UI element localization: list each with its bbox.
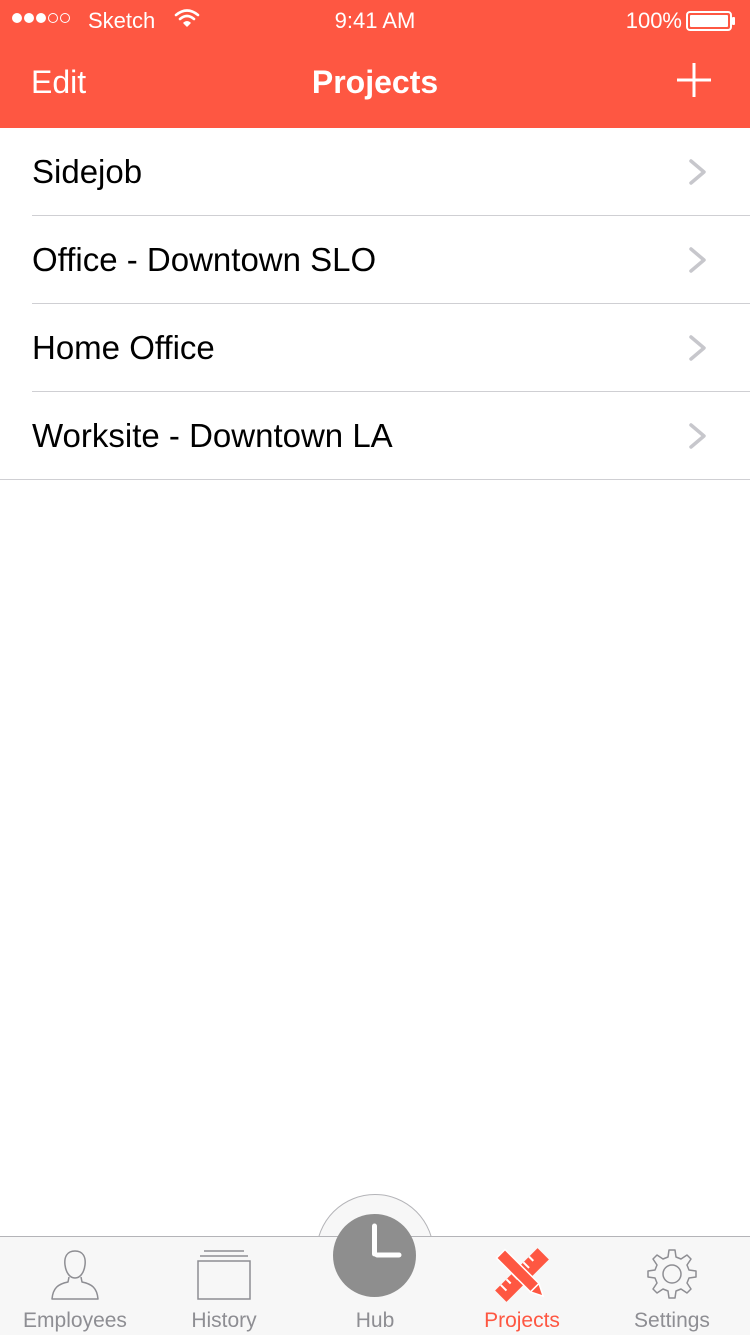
gear-icon [647,1249,697,1299]
row-divider [0,479,750,480]
person-icon [51,1250,99,1300]
tab-label: Settings [634,1309,710,1332]
pencil-ruler-icon [495,1248,549,1302]
battery-percent: 100% [625,8,682,33]
project-name: Worksite - Downtown LA [32,417,393,454]
project-row[interactable]: Worksite - Downtown LA [0,392,750,480]
hub-button[interactable] [333,1214,416,1297]
project-row[interactable]: Office - Downtown SLO [0,216,750,304]
project-name: Office - Downtown SLO [32,241,377,278]
page-title: Projects [311,64,439,100]
add-project-button[interactable] [676,62,712,98]
project-name: Sidejob [32,153,143,190]
navigation-bar: Edit Projects [0,40,750,128]
chevron-right-icon [689,423,706,449]
tab-label: Employees [23,1309,127,1332]
tab-settings[interactable]: Settings [597,1237,747,1335]
project-list: Sidejob Office - Downtown SLO Home Offic… [0,128,750,480]
tab-history[interactable]: History [149,1237,299,1335]
header: Sketch 9:41 AM 100% Edit Projects [0,0,750,128]
tab-label: History [191,1309,257,1332]
chevron-right-icon [689,247,706,273]
tab-label: Hub [355,1309,395,1332]
plus-icon [677,63,711,97]
status-bar: Sketch 9:41 AM 100% [0,0,750,40]
tab-projects[interactable]: Projects [447,1237,597,1335]
project-row[interactable]: Home Office [0,304,750,392]
project-name: Home Office [32,329,215,366]
chevron-right-icon [689,159,706,185]
clock-icon [372,1223,402,1258]
project-row[interactable]: Sidejob [0,128,750,216]
battery-icon [686,11,735,31]
chevron-right-icon [689,335,706,361]
history-icon [197,1250,251,1300]
tab-employees[interactable]: Employees [0,1237,150,1335]
tab-label: Projects [484,1309,560,1332]
